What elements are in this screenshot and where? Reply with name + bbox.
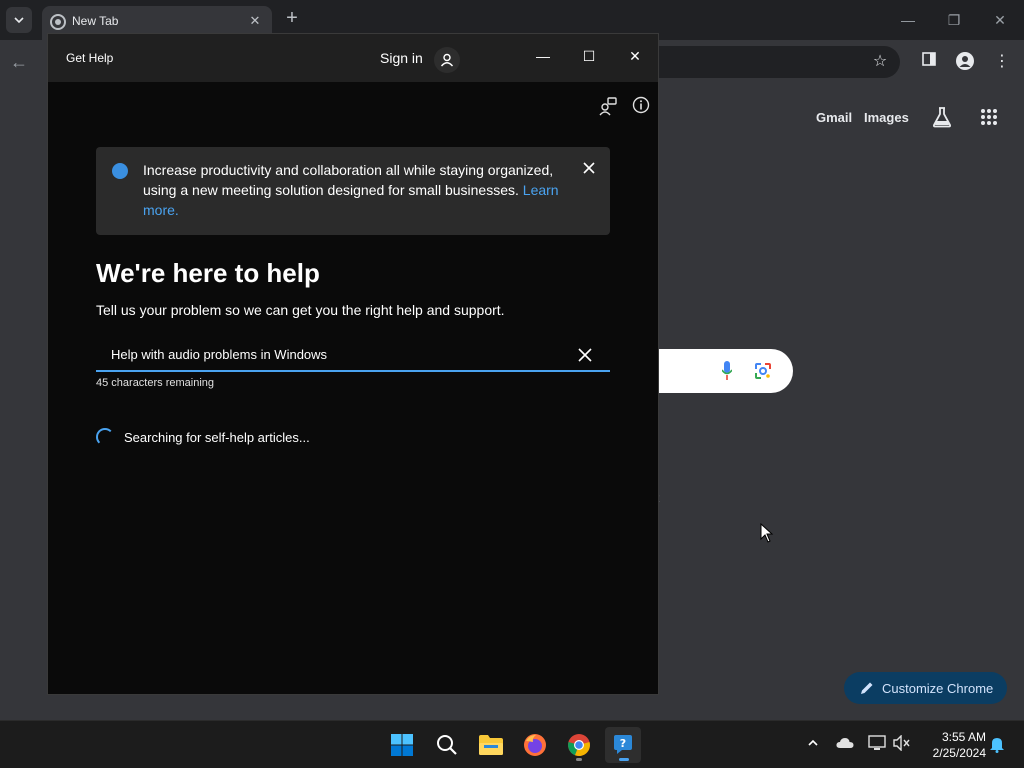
bookmark-star-icon[interactable]: ☆ [870, 52, 890, 72]
close-icon[interactable]: ✕ [623, 44, 647, 68]
minimize-icon[interactable]: — [898, 10, 918, 30]
google-lens-icon[interactable] [754, 362, 772, 380]
menu-kebab-icon[interactable]: ⋮ [992, 52, 1012, 72]
pencil-icon [861, 682, 873, 694]
close-tab-icon[interactable]: ✕ [246, 12, 264, 30]
get-help-window: Get Help Sign in — ☐ ✕ Increase producti… [47, 33, 659, 695]
clear-input-icon[interactable] [578, 348, 592, 362]
address-bar[interactable] [640, 46, 900, 78]
running-indicator [576, 758, 582, 761]
firefox-button[interactable] [517, 727, 553, 763]
account-person-icon[interactable] [434, 47, 460, 73]
banner-text: Increase productivity and collaboration … [143, 162, 554, 198]
notification-bell-icon[interactable] [987, 735, 1007, 755]
tab-title: New Tab [72, 14, 119, 28]
active-indicator [619, 758, 629, 761]
gmail-link[interactable]: Gmail [816, 110, 852, 125]
system-clock[interactable]: 3:55 AM 2/25/2024 [922, 729, 986, 761]
close-window-icon[interactable]: ✕ [990, 10, 1010, 30]
network-icon[interactable] [867, 735, 887, 755]
clock-time: 3:55 AM [941, 730, 986, 744]
maximize-icon[interactable]: ☐ [577, 44, 601, 68]
get-help-titlebar: Get Help Sign in — ☐ ✕ [48, 34, 658, 82]
windows-logo-icon [391, 734, 413, 756]
input-value: Help with audio problems in Windows [111, 347, 328, 362]
windows-taskbar: ? 3:55 AM 2/25/2024 [0, 720, 1024, 768]
show-hidden-icons-chevron-icon[interactable] [803, 735, 823, 755]
images-link[interactable]: Images [864, 110, 909, 125]
new-tab-button[interactable]: + [282, 8, 302, 28]
get-help-taskbar-button[interactable]: ? [605, 727, 641, 763]
info-banner: Increase productivity and collaboration … [96, 147, 610, 235]
sign-in-link[interactable]: Sign in [380, 50, 423, 66]
tab-search-button[interactable] [6, 7, 32, 33]
back-arrow-icon[interactable]: ← [10, 52, 28, 73]
dismiss-banner-icon[interactable] [582, 161, 598, 177]
get-help-icon: ? [614, 735, 632, 754]
mouse-cursor-icon [760, 522, 774, 548]
chrome-favicon-icon [50, 14, 66, 30]
search-icon [437, 735, 457, 755]
chrome-button[interactable] [561, 727, 597, 763]
svg-text:?: ? [620, 737, 626, 750]
onedrive-cloud-icon[interactable] [835, 735, 855, 755]
page-subtext: Tell us your problem so we can get you t… [96, 302, 505, 318]
banner-message: Increase productivity and collaboration … [143, 160, 563, 220]
labs-flask-icon[interactable] [932, 106, 952, 133]
minimize-icon[interactable]: — [531, 44, 555, 68]
customize-chrome-label: Customize Chrome [882, 680, 994, 696]
firefox-icon [524, 734, 546, 756]
search-status: Searching for self-help articles... [124, 430, 310, 445]
apps-grid-icon[interactable] [980, 108, 998, 131]
get-help-title: Get Help [66, 51, 114, 65]
info-icon[interactable] [632, 96, 652, 116]
start-button[interactable] [384, 727, 420, 763]
clock-date: 2/25/2024 [932, 746, 986, 760]
loading-spinner-icon [96, 428, 114, 446]
profile-icon[interactable] [955, 52, 975, 72]
voice-search-mic-icon[interactable] [721, 361, 733, 381]
characters-remaining: 45 characters remaining [96, 377, 215, 389]
customize-chrome-button[interactable]: Customize Chrome [844, 672, 1007, 704]
chrome-icon [568, 734, 590, 757]
file-explorer-button[interactable] [473, 727, 509, 763]
side-panel-icon[interactable] [919, 52, 939, 72]
page-heading: We're here to help [96, 258, 320, 288]
problem-search-input[interactable]: Help with audio problems in Windows [96, 338, 610, 372]
info-badge-icon [112, 163, 128, 179]
volume-muted-icon[interactable] [892, 734, 912, 755]
folder-icon [479, 735, 503, 755]
taskbar-search-button[interactable] [429, 727, 465, 763]
chevron-down-icon [14, 17, 24, 24]
restore-icon[interactable]: ❐ [944, 10, 964, 30]
contact-support-icon[interactable] [598, 96, 618, 116]
